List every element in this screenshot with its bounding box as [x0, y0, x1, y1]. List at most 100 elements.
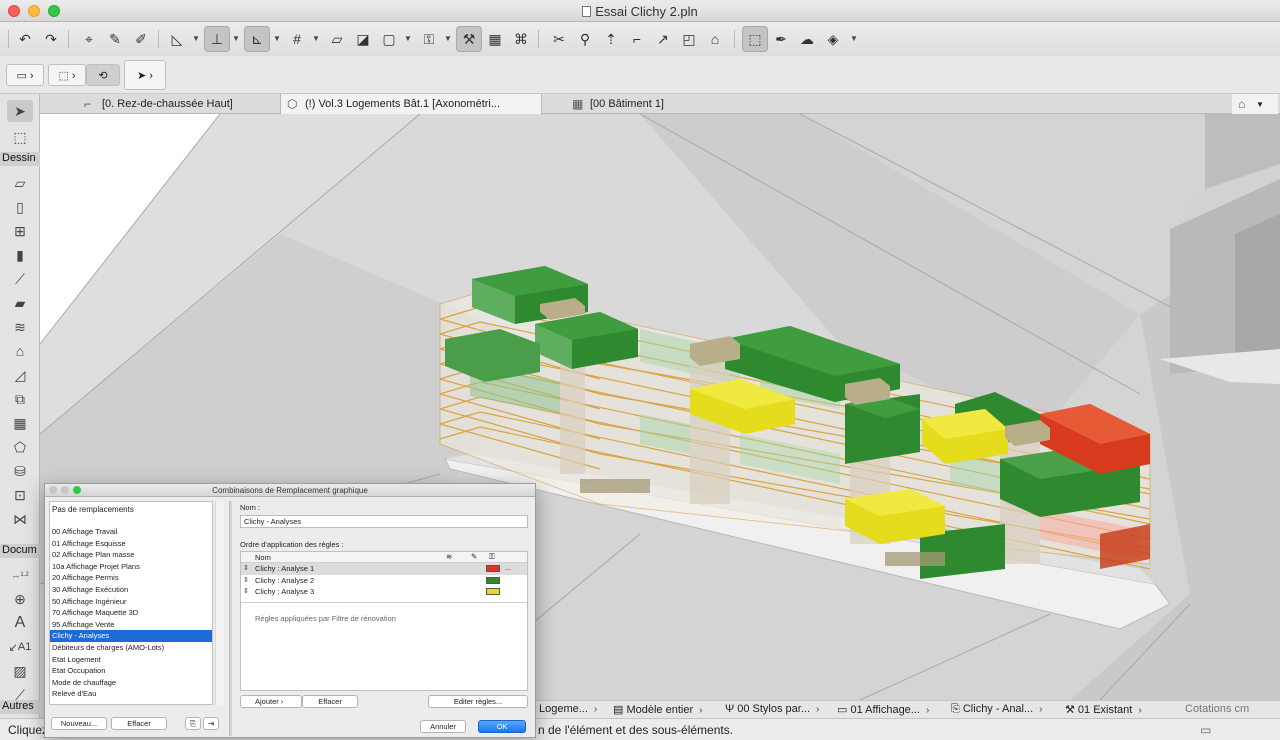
edit-icon[interactable]: ☁ [794, 26, 820, 52]
list-header[interactable]: Pas de remplacements [50, 502, 212, 526]
rule-row[interactable]: ⇕ Clichy : Analyse 3 [241, 586, 527, 598]
wall-tool-icon[interactable]: ▱ [7, 172, 33, 194]
beam-tool-icon[interactable]: ⟋ [7, 268, 33, 290]
tab-section[interactable]: ▦ [00 Bâtiment 1] [566, 94, 746, 114]
edit-rules-button[interactable]: Editer règles... [428, 695, 528, 708]
new-combination-button[interactable]: Nouveau... [51, 717, 107, 730]
inject-icon[interactable]: ✐ [128, 26, 154, 52]
pen-icon[interactable]: ✒ [768, 26, 794, 52]
grid-snap-icon[interactable]: # [284, 26, 310, 52]
chevron-down-icon[interactable]: ▼ [444, 34, 452, 43]
bucket-icon[interactable]: ◈ [820, 26, 846, 52]
roof-tool-icon[interactable]: ⌂ [7, 340, 33, 362]
export-icon[interactable]: ⇥ [203, 717, 219, 730]
slab-tool-icon[interactable]: ▰ [7, 292, 33, 314]
combination-list-item[interactable]: 02 Affichage Plan masse [50, 549, 212, 561]
combination-list-item[interactable]: 70 Affichage Maquette 3D [50, 607, 212, 619]
rule-row[interactable]: ⇕ Clichy : Analyse 1... [241, 563, 527, 575]
combination-list-item[interactable]: 30 Affichage Exécution [50, 584, 212, 596]
lock-column-icon[interactable]: ⚿ [489, 552, 495, 562]
combination-list-item[interactable]: Etat Occupation [50, 665, 212, 677]
rule-more-button[interactable]: ... [505, 563, 511, 575]
resize-icon[interactable]: ◰ [676, 26, 702, 52]
guideline-icon[interactable]: ◺ [164, 26, 190, 52]
combination-list-item[interactable]: 10a Affichage Projet Plans [50, 561, 212, 573]
rotate-icon[interactable]: ⟲ [86, 64, 120, 86]
chevron-down-icon[interactable]: ▼ [850, 34, 858, 43]
shell-tool-icon[interactable]: ◿ [7, 364, 33, 386]
combination-list-item[interactable]: 50 Affichage Ingénieur [50, 596, 212, 608]
add-rule-button[interactable]: Ajouter › [240, 695, 302, 708]
ok-button[interactable]: OK [478, 720, 526, 733]
morph-tool-icon[interactable]: ⬠ [7, 436, 33, 458]
railing-tool-icon[interactable]: ⋈ [7, 508, 33, 530]
status-model-view-options[interactable]: ▭ 01 Affichage... › [837, 703, 929, 716]
chevron-down-icon[interactable]: ▼ [312, 34, 320, 43]
clear-combination-button[interactable]: Effacer [111, 717, 167, 730]
fillet-icon[interactable]: ⌐ [624, 26, 650, 52]
label-tool-icon[interactable]: ↙ A1 [7, 636, 33, 658]
arrow-tool-icon[interactable]: ➤ › [124, 60, 166, 90]
door-tool-icon[interactable]: ▯ [7, 196, 33, 218]
trace-icon[interactable]: ▱ [324, 26, 350, 52]
drag-handle-icon[interactable]: ⇕ [243, 575, 249, 587]
fill-tool-icon[interactable]: ▨ [7, 660, 33, 682]
renovation-icon[interactable]: ⚒ [456, 26, 482, 52]
offset-icon[interactable]: ⌘ [508, 26, 534, 52]
element-type-selector[interactable]: ▭ › [6, 64, 44, 86]
status-pen-set[interactable]: Ψ 00 Stylos par... › [725, 703, 819, 715]
zone-tool-icon[interactable]: ⊡ [7, 484, 33, 506]
rule-row[interactable]: ⇕ Clichy : Analyse 2 [241, 575, 527, 587]
status-renovation-filter[interactable]: ⚒ 01 Existant › [1065, 703, 1142, 716]
tab-list-button[interactable]: ⌂ ▼ [1232, 94, 1278, 114]
mesh-tool-icon[interactable]: ⧉ [7, 388, 33, 410]
stretch-icon[interactable]: ↗ [650, 26, 676, 52]
chevron-down-icon[interactable]: ▼ [192, 34, 200, 43]
combination-list-item[interactable]: 20 Affichage Permis [50, 572, 212, 584]
tab-floorplan[interactable]: ⌐ [0. Rez-de-chaussée Haut] [78, 94, 298, 114]
status-layer-combination[interactable]: Logeme... › [539, 703, 597, 715]
arrow-tool-icon[interactable]: ➤ [7, 100, 33, 122]
list-scrollbar[interactable] [215, 501, 224, 705]
pane-splitter[interactable] [229, 501, 232, 736]
selection-mode-selector[interactable]: ⬚ › [48, 64, 86, 86]
curtain-wall-tool-icon[interactable]: ▦ [7, 412, 33, 434]
window-icon[interactable]: ▭ [1200, 723, 1211, 737]
dimension-tool-icon[interactable]: ↔ 1.2 [7, 564, 33, 586]
roof-icon[interactable]: ⌂ [702, 26, 728, 52]
combination-list-item[interactable]: Etat Logement [50, 654, 212, 666]
snap-guides-icon[interactable]: ⊥ [204, 26, 230, 52]
tab-3d[interactable]: ⬡ (!) Vol.3 Logements Bât.1 [Axonométri.… [280, 94, 542, 114]
import-icon[interactable]: ⎘ [185, 717, 201, 730]
text-tool-icon[interactable]: A [7, 612, 33, 634]
pen-column-icon[interactable]: ✎ [471, 552, 477, 561]
redo-icon[interactable]: ↷ [38, 26, 64, 52]
stair-tool-icon[interactable]: ≋ [7, 316, 33, 338]
window-tool-icon[interactable]: ⊞ [7, 220, 33, 242]
suspend-groups-icon[interactable]: ⬚ [742, 26, 768, 52]
rule-color-swatch[interactable] [486, 576, 500, 584]
rule-color-swatch[interactable] [486, 588, 500, 595]
chevron-down-icon[interactable]: ▼ [232, 34, 240, 43]
drag-handle-icon[interactable]: ⇕ [243, 586, 249, 598]
combination-list-item[interactable]: Débiteurs de charges (AMO-Lots) [50, 642, 212, 654]
lock-icon[interactable]: ⚿ [416, 26, 442, 52]
elevate-icon[interactable]: ⇡ [598, 26, 624, 52]
snap-points-icon[interactable]: ⊾ [244, 26, 270, 52]
combination-list-item[interactable]: Relevé d'Eau [50, 688, 212, 700]
combination-list-item[interactable]: 01 Affichage Esquisse [50, 538, 212, 550]
measure-icon[interactable]: ▦ [482, 26, 508, 52]
status-graphic-override[interactable]: ⎘ Clichy - Anal... › [951, 703, 1043, 716]
combination-name-input[interactable]: Clichy - Analyses [240, 515, 528, 528]
combination-list-item[interactable]: 95 Affichage Vente [50, 619, 212, 631]
column-tool-icon[interactable]: ▮ [7, 244, 33, 266]
chevron-down-icon[interactable]: ▼ [404, 34, 412, 43]
object-tool-icon[interactable]: ⛁ [7, 460, 33, 482]
chevron-down-icon[interactable]: ▼ [273, 34, 281, 43]
rule-color-swatch[interactable] [486, 565, 500, 572]
view-3d-icon[interactable]: ▢ [376, 26, 402, 52]
adjust-icon[interactable]: ⚲ [572, 26, 598, 52]
split-icon[interactable]: ✂ [546, 26, 572, 52]
combination-list-item[interactable]: 00 Affichage Travail [50, 526, 212, 538]
status-model-view[interactable]: ▤ Modèle entier › [613, 703, 702, 716]
